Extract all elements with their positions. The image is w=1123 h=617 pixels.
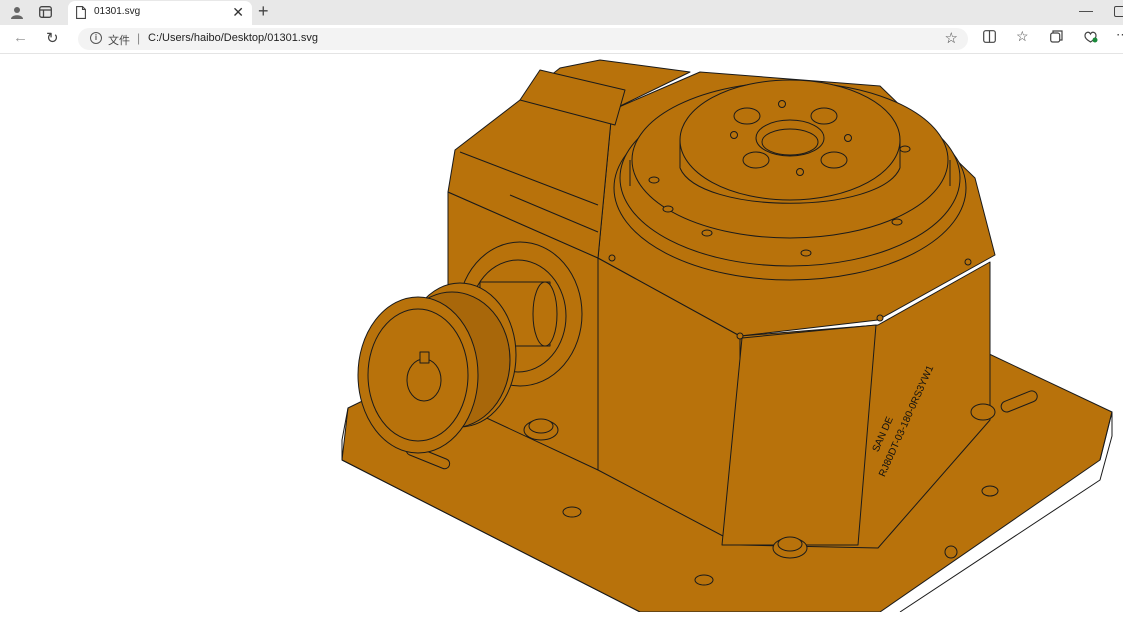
favorites-icon[interactable]: ☆ [1016, 28, 1029, 45]
split-screen-icon[interactable] [983, 30, 996, 46]
label-plate [721, 324, 877, 546]
more-icon[interactable]: ⋯ [1116, 27, 1123, 43]
file-icon [76, 6, 86, 19]
address-bar: ← ↻ i 文件 | C:/Users/haibo/Desktop/01301.… [0, 25, 1123, 54]
tab-bar: 01301.svg ✕ + — [0, 0, 1123, 25]
plus-icon[interactable]: + [258, 1, 269, 22]
info-icon[interactable]: i [90, 32, 102, 44]
base-hole [981, 485, 999, 497]
tab-active[interactable]: 01301.svg ✕ [68, 1, 252, 25]
base-hole [562, 506, 582, 518]
copilot-icon[interactable] [1083, 30, 1098, 46]
profile-icon[interactable] [6, 2, 28, 22]
svg-viewport: SAN DE RJ80DT-03-180-0RS3YW1 [0, 54, 1123, 613]
base-hole [944, 545, 958, 559]
cad-drawing: SAN DE RJ80DT-03-180-0RS3YW1 [341, 59, 1113, 613]
close-icon[interactable]: ✕ [232, 4, 244, 21]
collections-icon[interactable] [1050, 30, 1063, 46]
maximize-icon[interactable] [1114, 6, 1123, 17]
keyway [419, 351, 430, 364]
url-text: C:/Users/haibo/Desktop/01301.svg [148, 32, 318, 44]
reload-icon[interactable]: ↻ [46, 29, 59, 47]
bolt-hole [742, 151, 770, 169]
bolt-hole [820, 151, 848, 169]
bolt-hole [810, 107, 838, 125]
back-icon[interactable]: ← [13, 29, 28, 46]
bolt-hole [733, 107, 761, 125]
url-input[interactable]: i 文件 | C:/Users/haibo/Desktop/01301.svg … [78, 28, 968, 50]
url-scheme: 文件 [108, 35, 130, 47]
base-hole [694, 574, 714, 586]
star-icon[interactable]: ☆ [945, 29, 958, 47]
pulley-bore [406, 358, 442, 402]
minimize-icon[interactable]: — [1079, 2, 1093, 18]
url-separator: | [137, 31, 141, 45]
cap-screw [970, 403, 996, 421]
tab-actions-icon[interactable] [34, 2, 56, 22]
tab-title: 01301.svg [94, 6, 141, 17]
